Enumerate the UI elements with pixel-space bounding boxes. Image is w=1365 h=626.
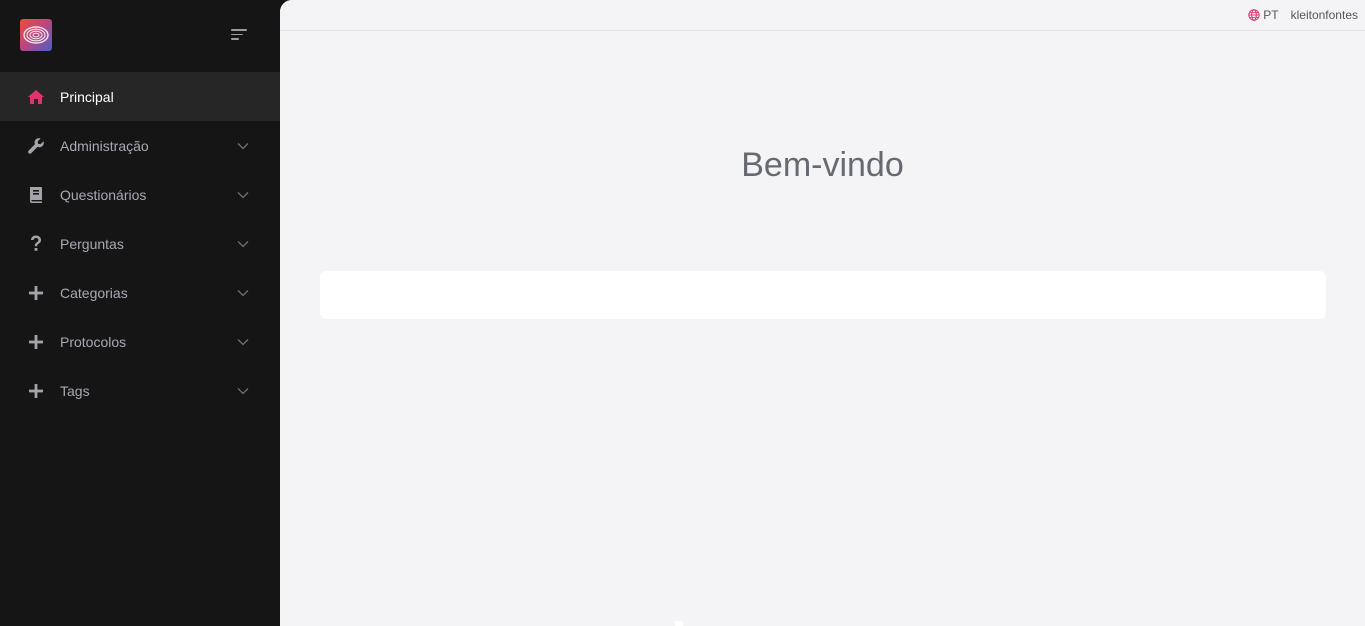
- sidebar-item-administracao[interactable]: Administração: [0, 121, 280, 170]
- chevron-down-icon: [237, 143, 249, 150]
- menu-lines-icon[interactable]: [229, 26, 249, 42]
- main-content: PT kleitonfontes Bem-vindo: [280, 0, 1365, 626]
- sidebar-item-label: Principal: [60, 88, 114, 105]
- chevron-down-icon: [237, 290, 249, 297]
- plus-icon: [26, 283, 46, 303]
- sidebar: Principal Administração Questionários Pe…: [0, 0, 280, 626]
- chevron-down-icon: [237, 241, 249, 248]
- scroll-indicator: [675, 621, 683, 626]
- sidebar-item-label: Questionários: [60, 186, 147, 203]
- sidebar-item-categorias[interactable]: Categorias: [0, 268, 280, 317]
- home-icon: [26, 87, 46, 107]
- plus-icon: [26, 332, 46, 352]
- language-code: PT: [1263, 8, 1279, 22]
- chevron-down-icon: [237, 339, 249, 346]
- content-card: [320, 271, 1326, 319]
- book-icon: [26, 185, 46, 205]
- language-selector[interactable]: PT: [1248, 8, 1279, 22]
- sidebar-header: [0, 0, 280, 72]
- app: Principal Administração Questionários Pe…: [0, 0, 1365, 626]
- page-title: Bem-vindo: [741, 146, 904, 184]
- sidebar-item-label: Categorias: [60, 284, 128, 301]
- sidebar-item-label: Perguntas: [60, 235, 124, 252]
- question-icon: [26, 234, 46, 254]
- fingerprint-logo[interactable]: [20, 19, 52, 51]
- chevron-down-icon: [237, 192, 249, 199]
- chevron-down-icon: [237, 388, 249, 395]
- sidebar-item-label: Tags: [60, 382, 90, 399]
- wrench-icon: [26, 136, 46, 156]
- sidebar-item-tags[interactable]: Tags: [0, 366, 280, 415]
- sidebar-item-protocolos[interactable]: Protocolos: [0, 317, 280, 366]
- sidebar-item-questionarios[interactable]: Questionários: [0, 170, 280, 219]
- user-menu[interactable]: kleitonfontes: [1291, 8, 1358, 22]
- sidebar-item-label: Protocolos: [60, 333, 127, 350]
- sidebar-item-perguntas[interactable]: Perguntas: [0, 219, 280, 268]
- sidebar-item-label: Administração: [60, 137, 149, 154]
- plus-icon: [26, 381, 46, 401]
- sidebar-item-principal[interactable]: Principal: [0, 72, 280, 121]
- globe-icon: [1248, 9, 1260, 21]
- sidebar-nav: Principal Administração Questionários Pe…: [0, 72, 280, 415]
- top-bar: PT kleitonfontes: [280, 0, 1365, 31]
